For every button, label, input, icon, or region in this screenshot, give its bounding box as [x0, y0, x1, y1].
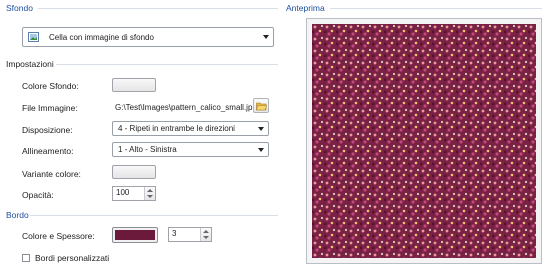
- opacity-spin-buttons[interactable]: [144, 187, 155, 200]
- colore-spessore-label: Colore e Spessore:: [22, 231, 95, 241]
- bordo-section-title: Bordo: [6, 210, 29, 220]
- disposizione-label: Disposizione:: [22, 125, 73, 135]
- disposizione-value: 4 - Ripeti in entrambe le direzioni: [118, 124, 235, 133]
- disposizione-combo[interactable]: 4 - Ripeti in entrambe le direzioni: [112, 121, 269, 136]
- chevron-down-icon: [263, 35, 269, 39]
- sfondo-separator: [38, 8, 278, 9]
- opacita-label: Opacità:: [22, 190, 54, 200]
- allineamento-label: Allineamento:: [22, 146, 74, 156]
- preview-frame: [306, 18, 542, 264]
- spin-down-icon: [147, 195, 153, 198]
- colore-sfondo-label: Colore Sfondo:: [22, 81, 79, 91]
- preview-image: [312, 24, 536, 258]
- anteprima-section-title: Anteprima: [286, 3, 325, 13]
- browse-file-button[interactable]: [253, 98, 269, 113]
- border-thickness-stepper[interactable]: 3: [168, 227, 212, 242]
- image-cell-icon: [28, 32, 39, 42]
- chevron-down-icon: [258, 147, 264, 152]
- bordo-separator: [30, 215, 278, 216]
- background-type-value: Cella con immagine di sfondo: [49, 33, 154, 42]
- border-color-button[interactable]: [112, 227, 158, 243]
- color-variant-button[interactable]: [112, 165, 156, 179]
- file-path-value[interactable]: G:\Test\Images\pattern_calico_small.jp: [115, 103, 252, 112]
- custom-borders-checkbox[interactable]: [22, 254, 30, 262]
- border-color-swatch: [115, 230, 155, 240]
- impostazioni-separator: [56, 64, 278, 65]
- background-color-button[interactable]: [112, 78, 156, 92]
- opacity-stepper[interactable]: 100: [112, 186, 156, 201]
- chevron-down-icon: [258, 126, 264, 131]
- open-folder-icon: [256, 101, 267, 113]
- thickness-spin-buttons[interactable]: [200, 228, 211, 241]
- allineamento-value: 1 - Alto - Sinistra: [118, 145, 177, 154]
- spin-up-icon: [203, 230, 209, 233]
- border-thickness-value: 3: [172, 229, 177, 238]
- anteprima-separator: [330, 8, 542, 9]
- spin-up-icon: [147, 189, 153, 192]
- impostazioni-section-title: Impostazioni: [6, 59, 54, 69]
- allineamento-combo[interactable]: 1 - Alto - Sinistra: [112, 142, 269, 157]
- sfondo-section-title: Sfondo: [6, 3, 33, 13]
- background-type-combo[interactable]: Cella con immagine di sfondo: [22, 27, 274, 47]
- variante-colore-label: Variante colore:: [22, 169, 81, 179]
- spin-down-icon: [203, 236, 209, 239]
- custom-borders-label: Bordi personalizzati: [35, 253, 110, 263]
- opacity-value: 100: [116, 188, 130, 197]
- file-immagine-label: File Immagine:: [22, 103, 78, 113]
